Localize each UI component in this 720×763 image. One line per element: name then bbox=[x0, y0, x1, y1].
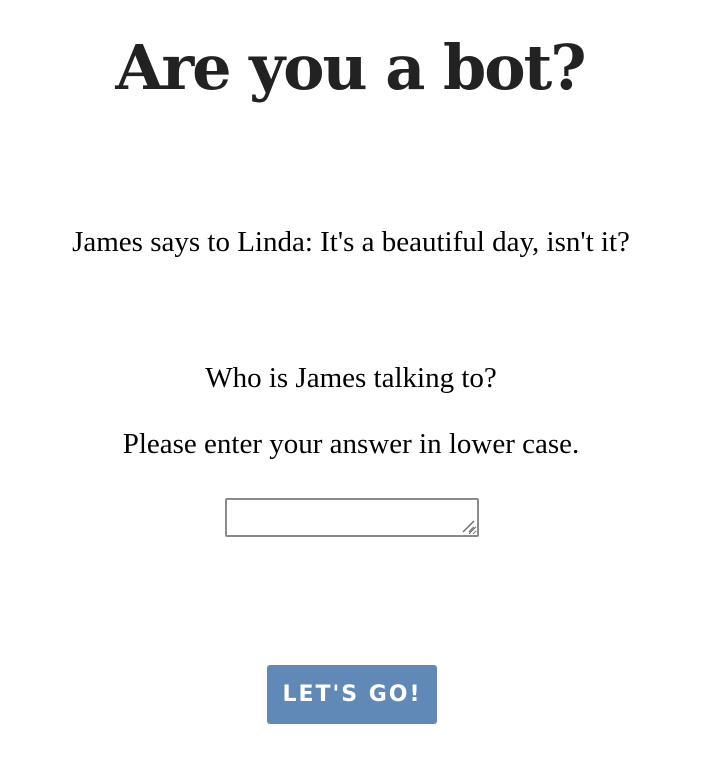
page-title: Are you a bot? bbox=[115, 31, 586, 104]
captcha-instruction: Please enter your answer in lower case. bbox=[122, 428, 580, 460]
captcha-page: Are you a bot? James says to Linda: It's… bbox=[0, 0, 720, 763]
captcha-statement: James says to Linda: It's a beautiful da… bbox=[72, 226, 630, 258]
submit-button[interactable]: LET'S GO! bbox=[267, 665, 437, 724]
answer-input[interactable] bbox=[225, 498, 479, 537]
captcha-question: Who is James talking to? bbox=[205, 362, 497, 394]
